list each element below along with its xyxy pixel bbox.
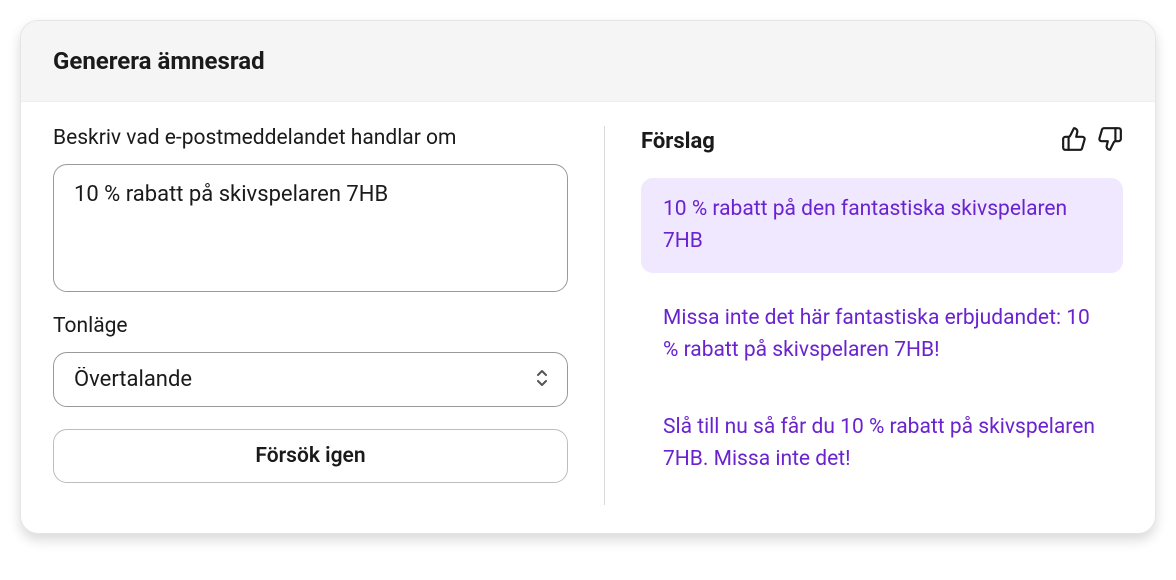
column-divider bbox=[604, 126, 605, 505]
tone-select[interactable]: Övertalande bbox=[53, 352, 568, 407]
thumbs-down-icon[interactable] bbox=[1097, 126, 1123, 156]
feedback-buttons bbox=[1061, 126, 1123, 156]
suggestion-item[interactable]: Slå till nu så får du 10 % rabatt på ski… bbox=[641, 396, 1123, 491]
card-header: Generera ämnesrad bbox=[21, 21, 1155, 102]
suggestion-item[interactable]: Missa inte det här fantastiska erbjudand… bbox=[641, 287, 1123, 382]
input-column: Beskriv vad e-postmeddelandet handlar om… bbox=[53, 126, 568, 505]
suggestion-item[interactable]: 10 % rabatt på den fantastiska skivspela… bbox=[641, 178, 1123, 273]
tone-group: Tonläge Övertalande bbox=[53, 314, 568, 407]
card-title: Generera ämnesrad bbox=[53, 47, 1123, 75]
card-body: Beskriv vad e-postmeddelandet handlar om… bbox=[21, 102, 1155, 533]
describe-label: Beskriv vad e-postmeddelandet handlar om bbox=[53, 126, 568, 150]
tone-label: Tonläge bbox=[53, 314, 568, 338]
describe-input[interactable] bbox=[53, 164, 568, 292]
suggestions-title: Förslag bbox=[641, 129, 715, 154]
suggestions-column: Förslag 10 % bbox=[641, 126, 1123, 505]
suggestions-header: Förslag bbox=[641, 126, 1123, 156]
subject-line-generator-card: Generera ämnesrad Beskriv vad e-postmedd… bbox=[20, 20, 1156, 534]
tone-select-wrap: Övertalande bbox=[53, 352, 568, 407]
retry-button[interactable]: Försök igen bbox=[53, 429, 568, 483]
thumbs-up-icon[interactable] bbox=[1061, 126, 1087, 156]
